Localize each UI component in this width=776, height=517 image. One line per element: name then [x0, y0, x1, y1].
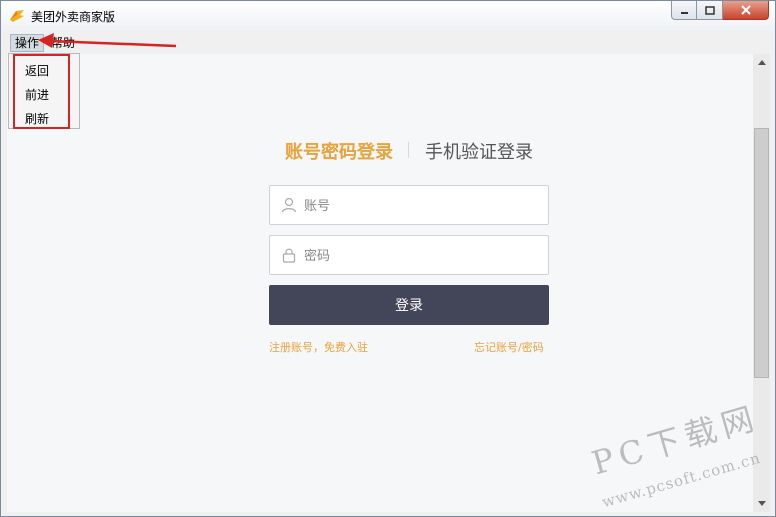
maximize-button[interactable] — [697, 1, 723, 20]
scroll-thumb[interactable] — [754, 128, 769, 378]
register-link[interactable]: 注册账号，免费入驻 — [269, 339, 368, 355]
tab-divider — [408, 142, 409, 158]
minimize-icon — [680, 11, 688, 14]
user-icon — [281, 197, 297, 213]
maximize-icon — [704, 5, 715, 15]
app-logo-icon — [10, 10, 24, 22]
password-input[interactable] — [302, 236, 546, 276]
menu-item-forward[interactable]: 前进 — [25, 86, 49, 103]
scroll-up-button[interactable] — [753, 54, 770, 71]
account-field[interactable] — [269, 185, 549, 226]
password-field[interactable] — [269, 235, 549, 276]
window-title: 美团外卖商家版 — [31, 10, 116, 24]
title-bar[interactable]: 美团外卖商家版 — [1, 1, 775, 31]
menu-item-refresh[interactable]: 刷新 — [25, 110, 49, 127]
close-button[interactable] — [723, 1, 769, 20]
lock-icon — [282, 248, 296, 263]
chevron-up-icon — [757, 60, 766, 65]
arrow-icon — [38, 33, 177, 48]
window-controls — [671, 1, 769, 21]
scroll-down-button[interactable] — [753, 495, 770, 512]
login-button[interactable]: 登录 — [269, 285, 549, 325]
forgot-password-link[interactable]: 忘记账号/密码 — [474, 339, 544, 355]
tab-password-login[interactable]: 账号密码登录 — [285, 138, 393, 164]
tab-phone-login[interactable]: 手机验证登录 — [425, 138, 533, 164]
minimize-button[interactable] — [671, 1, 697, 20]
menu-item-back[interactable]: 返回 — [25, 62, 49, 79]
vertical-scrollbar[interactable] — [753, 54, 770, 512]
chevron-down-icon — [757, 501, 766, 506]
account-input[interactable] — [302, 186, 546, 226]
close-icon — [740, 5, 751, 15]
